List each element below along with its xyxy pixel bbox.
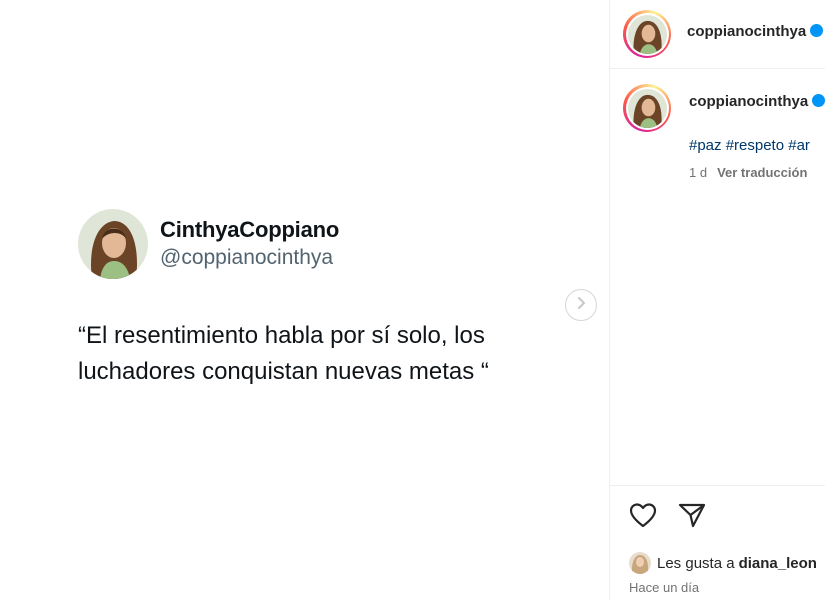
next-slide-button[interactable]	[565, 289, 597, 321]
caption-meta: 1 d Ver traducción	[689, 165, 807, 180]
post-media: CinthyaCoppiano @coppianocinthya “El res…	[0, 0, 609, 600]
like-button[interactable]	[628, 502, 658, 532]
likes-summary[interactable]: Les gusta a diana_leon	[629, 552, 817, 574]
translate-link[interactable]: Ver traducción	[717, 165, 807, 180]
share-button[interactable]	[677, 502, 707, 532]
header-username[interactable]: coppianocinthya	[687, 23, 824, 40]
heart-icon	[629, 502, 657, 533]
tweet-display-name: CinthyaCoppiano	[160, 217, 340, 242]
caption-avatar[interactable]	[623, 84, 671, 132]
tweet-handle: @coppianocinthya	[160, 246, 334, 269]
liker-avatar	[629, 552, 651, 574]
verified-badge-icon	[812, 94, 825, 107]
caption-age: 1 d	[689, 165, 708, 180]
tweet-text: “El resentimiento habla por sí solo, los…	[78, 322, 489, 385]
caption-hashtags[interactable]: #paz #respeto #ar	[689, 137, 810, 154]
caption-username[interactable]: coppianocinthya	[689, 93, 825, 110]
header-avatar[interactable]	[623, 10, 671, 58]
likes-prefix: Les gusta a	[657, 554, 735, 572]
post-timestamp: Hace un día	[629, 580, 700, 595]
verified-badge-icon	[810, 24, 824, 37]
chevron-right-icon	[575, 296, 587, 315]
tweet-avatar	[78, 209, 148, 279]
likes-user[interactable]: diana_leon	[739, 555, 817, 572]
send-icon	[678, 502, 706, 533]
actions-divider	[610, 485, 825, 486]
pane-divider	[609, 0, 610, 600]
